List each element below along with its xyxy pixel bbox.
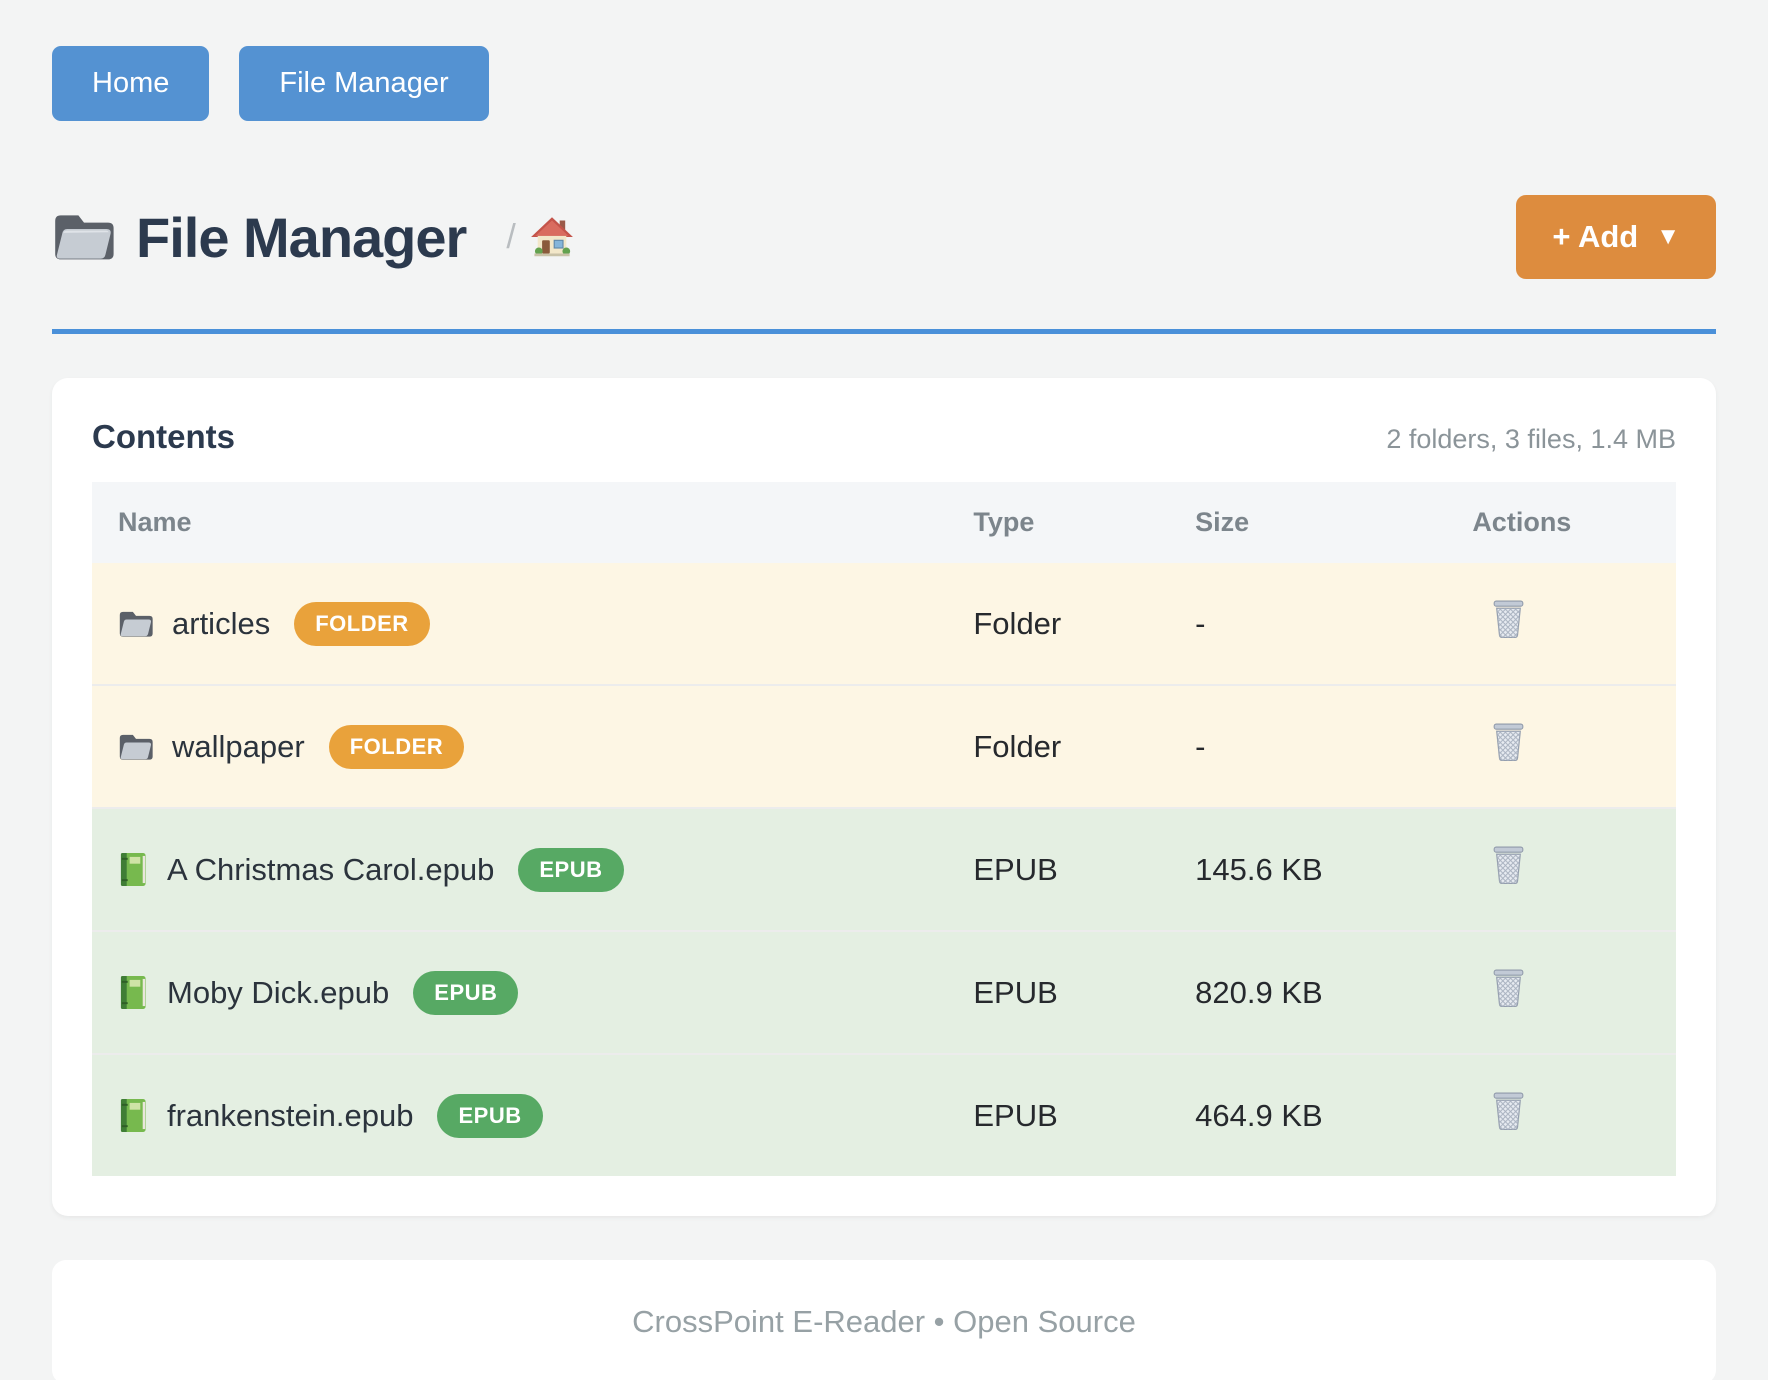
item-size: 464.9 KB xyxy=(1169,1054,1446,1176)
table-row: wallpaper FOLDER Folder - xyxy=(92,685,1676,808)
table-header-row: Name Type Size Actions xyxy=(92,482,1676,563)
table-row: frankenstein.epub EPUB EPUB 464.9 KB xyxy=(92,1054,1676,1176)
column-header-actions: Actions xyxy=(1446,482,1676,563)
item-name[interactable]: wallpaper xyxy=(172,729,305,765)
folder-badge: FOLDER xyxy=(294,602,429,646)
item-name[interactable]: A Christmas Carol.epub xyxy=(167,852,494,888)
folder-icon xyxy=(118,608,154,640)
folder-icon xyxy=(118,731,154,763)
trash-icon[interactable] xyxy=(1490,845,1527,886)
book-icon xyxy=(118,974,149,1011)
breadcrumb: / xyxy=(506,215,573,259)
folder-icon xyxy=(52,209,116,265)
add-button[interactable]: + Add ▼ xyxy=(1516,195,1716,279)
item-size: - xyxy=(1169,685,1446,808)
table-row: articles FOLDER Folder - xyxy=(92,563,1676,685)
footer-text: CrossPoint E-Reader • Open Source xyxy=(632,1304,1136,1339)
item-size: 145.6 KB xyxy=(1169,808,1446,931)
item-type: EPUB xyxy=(947,808,1169,931)
item-size: - xyxy=(1169,563,1446,685)
file-table: Name Type Size Actions articles FOLDER xyxy=(92,482,1676,1176)
add-button-label: + Add xyxy=(1552,219,1638,255)
book-icon xyxy=(118,851,149,888)
folder-badge: FOLDER xyxy=(329,725,464,769)
contents-card-header: Contents 2 folders, 3 files, 1.4 MB xyxy=(92,418,1676,456)
column-header-size: Size xyxy=(1169,482,1446,563)
epub-badge: EPUB xyxy=(437,1094,542,1138)
trash-icon[interactable] xyxy=(1490,1091,1527,1132)
page-title: File Manager xyxy=(136,205,466,270)
item-type: Folder xyxy=(947,563,1169,685)
title-wrap: File Manager / xyxy=(52,205,574,270)
item-type: EPUB xyxy=(947,931,1169,1054)
file-manager-page: Home File Manager File Manager / xyxy=(0,0,1768,1380)
contents-card: Contents 2 folders, 3 files, 1.4 MB Name… xyxy=(52,378,1716,1216)
table-row: A Christmas Carol.epub EPUB EPUB 145.6 K… xyxy=(92,808,1676,931)
item-name[interactable]: Moby Dick.epub xyxy=(167,975,389,1011)
epub-badge: EPUB xyxy=(413,971,518,1015)
column-header-type: Type xyxy=(947,482,1169,563)
item-type: Folder xyxy=(947,685,1169,808)
item-size: 820.9 KB xyxy=(1169,931,1446,1054)
column-header-name: Name xyxy=(92,482,947,563)
book-icon xyxy=(118,1097,149,1134)
trash-icon[interactable] xyxy=(1490,722,1527,763)
top-nav: Home File Manager xyxy=(52,0,1716,121)
item-type: EPUB xyxy=(947,1054,1169,1176)
table-row: Moby Dick.epub EPUB EPUB 820.9 KB xyxy=(92,931,1676,1054)
item-name[interactable]: articles xyxy=(172,606,270,642)
trash-icon[interactable] xyxy=(1490,599,1527,640)
contents-heading: Contents xyxy=(92,418,235,456)
footer-card: CrossPoint E-Reader • Open Source xyxy=(52,1260,1716,1380)
item-name[interactable]: frankenstein.epub xyxy=(167,1098,413,1134)
contents-summary: 2 folders, 3 files, 1.4 MB xyxy=(1386,424,1676,455)
home-nav-button[interactable]: Home xyxy=(52,46,209,121)
trash-icon[interactable] xyxy=(1490,968,1527,1009)
house-icon[interactable] xyxy=(530,215,574,259)
chevron-down-icon: ▼ xyxy=(1656,223,1680,251)
epub-badge: EPUB xyxy=(518,848,623,892)
file-manager-nav-button[interactable]: File Manager xyxy=(239,46,488,121)
page-header: File Manager / xyxy=(52,195,1716,334)
breadcrumb-separator: / xyxy=(506,218,515,257)
